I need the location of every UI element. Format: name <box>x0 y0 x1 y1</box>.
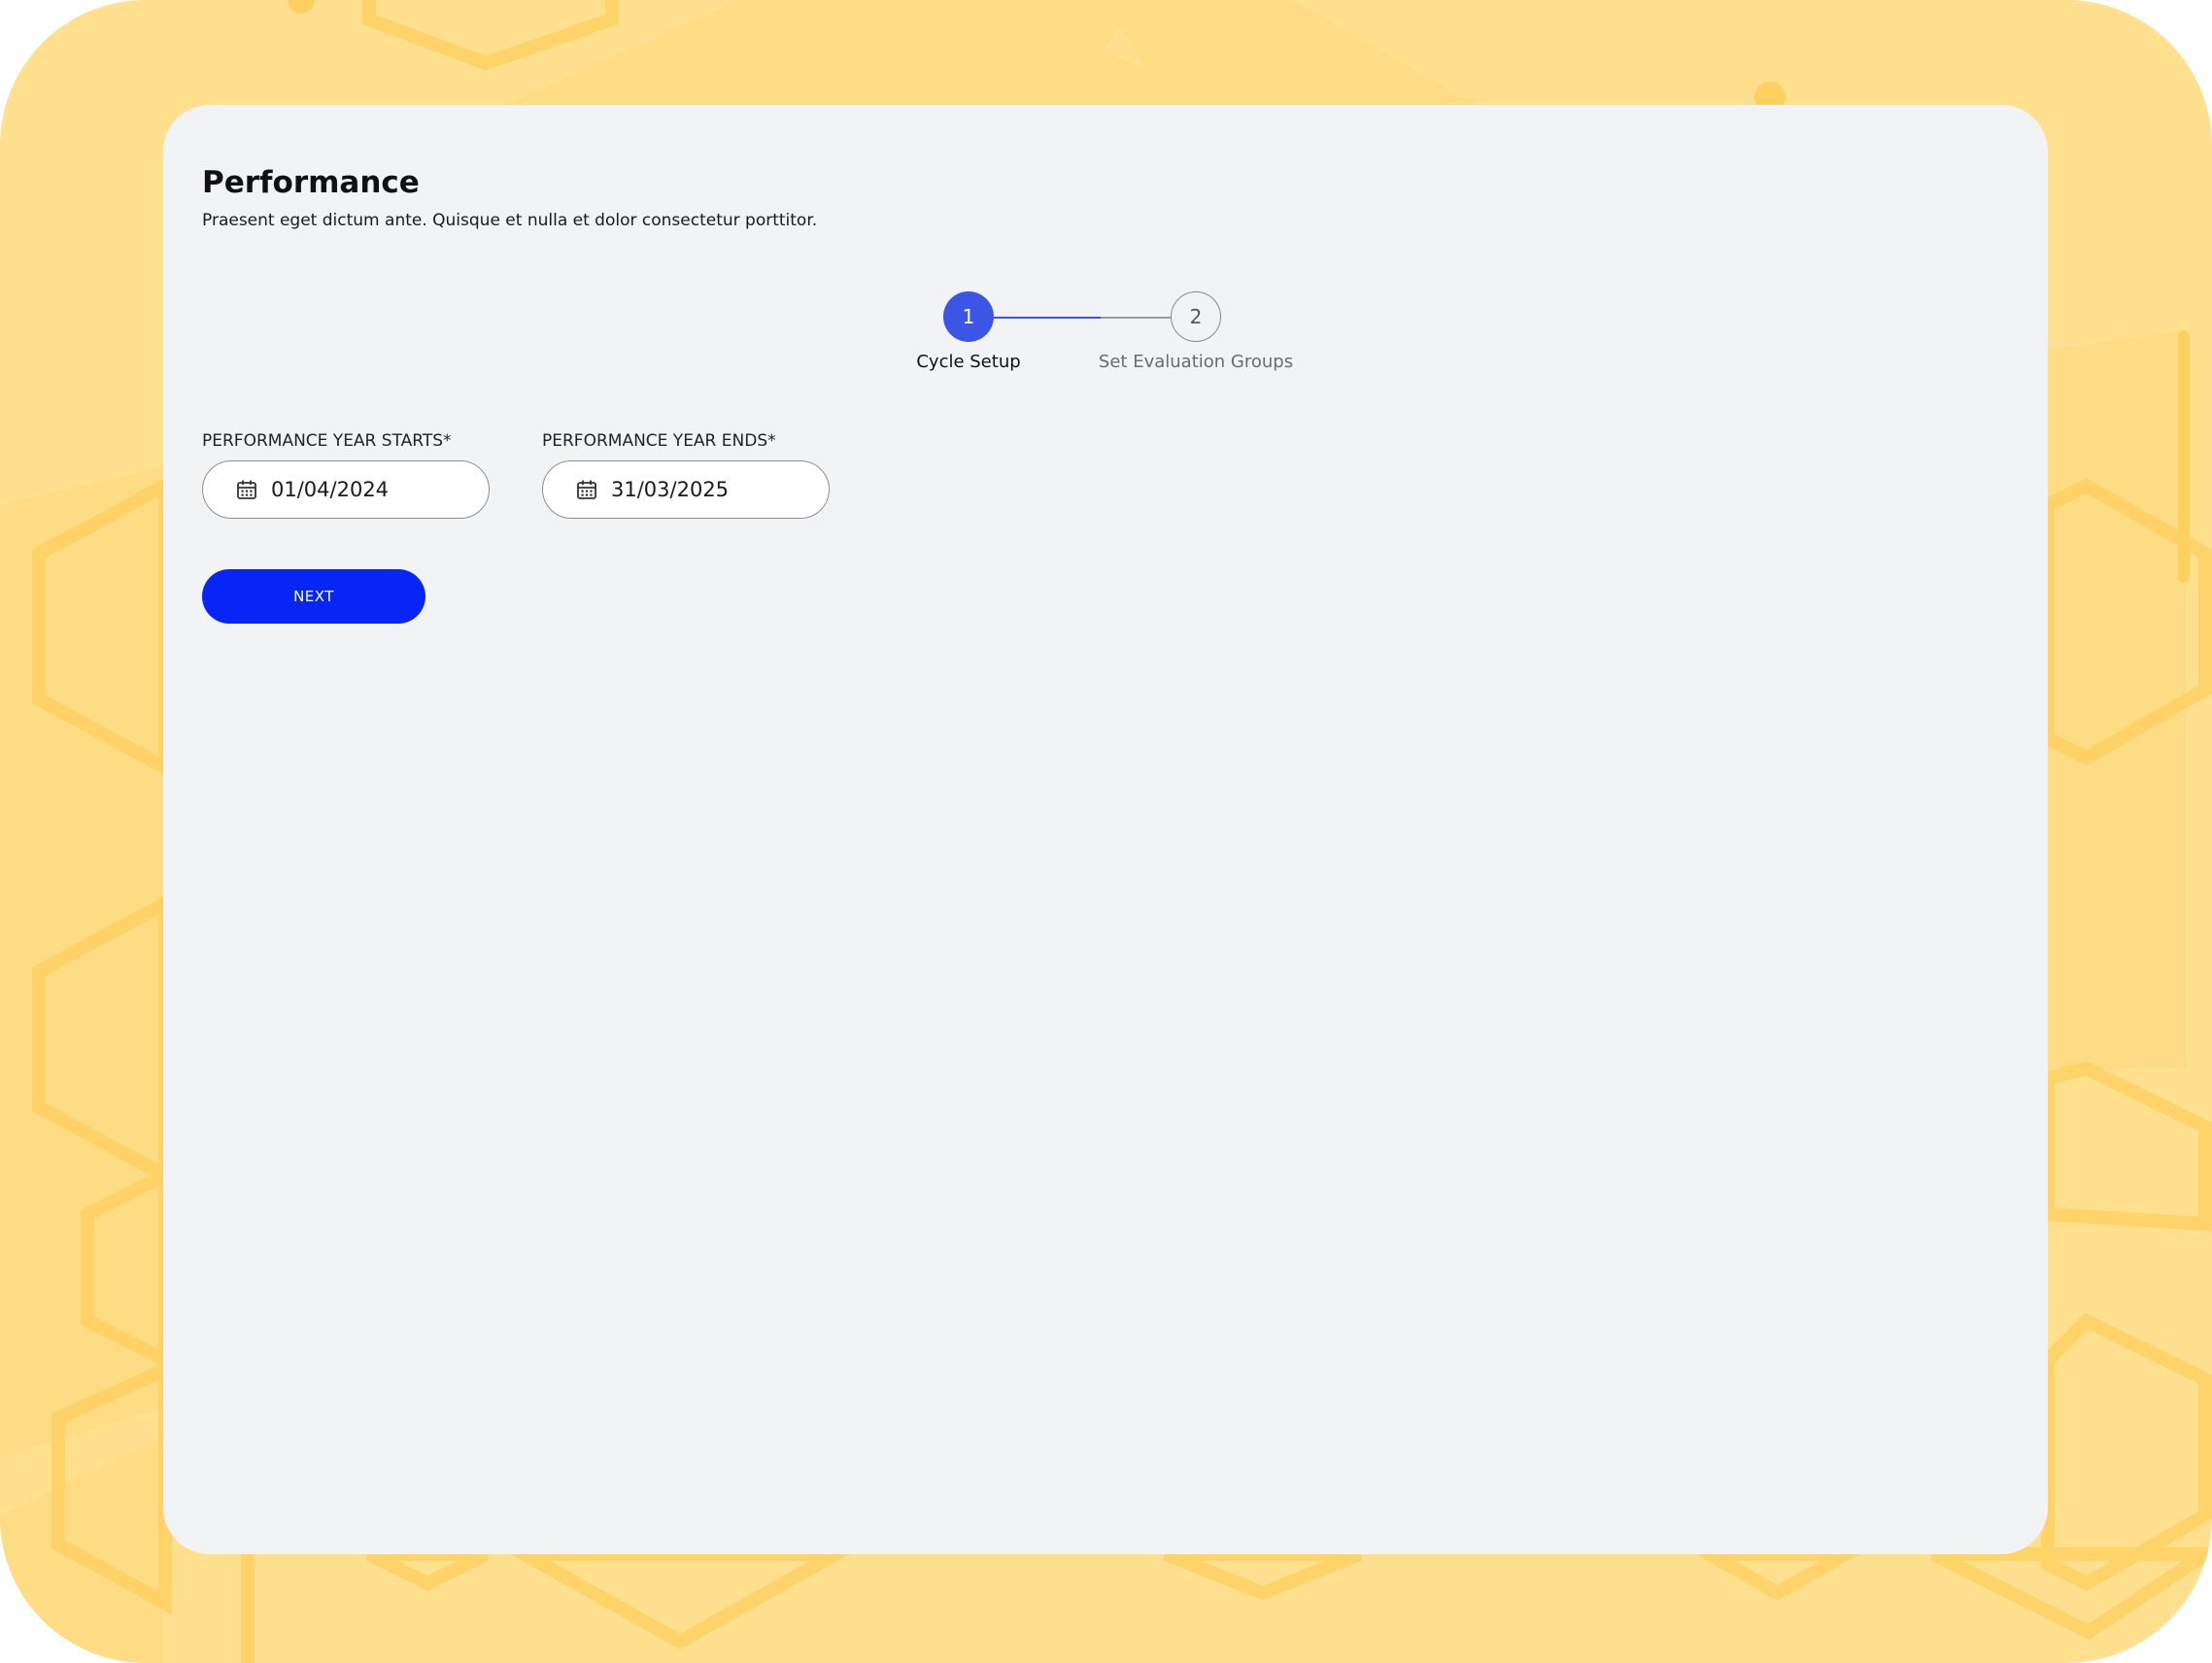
stepper-connector-complete <box>994 317 1101 319</box>
stepper: 1 2 Cycle Setup Set Evaluation Groups <box>163 105 2048 396</box>
calendar-icon <box>577 480 596 499</box>
year-start-date-field[interactable]: 01/04/2024 <box>202 460 490 519</box>
main-card: Performance Praesent eget dictum ante. Q… <box>163 105 2048 1554</box>
stepper-connector-pending <box>1101 317 1171 319</box>
calendar-icon <box>237 480 256 499</box>
year-end-value[interactable]: 31/03/2025 <box>611 478 729 501</box>
app-frame: Performance Praesent eget dictum ante. Q… <box>0 0 2212 1663</box>
step-2-indicator[interactable]: 2 <box>1171 291 1221 342</box>
year-end-date-field[interactable]: 31/03/2025 <box>542 460 830 519</box>
year-start-value[interactable]: 01/04/2024 <box>271 478 389 501</box>
step-1-indicator[interactable]: 1 <box>943 291 994 342</box>
year-end-label: PERFORMANCE YEAR ENDS* <box>542 431 776 451</box>
next-button[interactable]: NEXT <box>202 569 425 624</box>
step-1-label: Cycle Setup <box>916 352 1021 372</box>
step-2-label: Set Evaluation Groups <box>1098 352 1294 372</box>
year-start-label: PERFORMANCE YEAR STARTS* <box>202 431 452 451</box>
